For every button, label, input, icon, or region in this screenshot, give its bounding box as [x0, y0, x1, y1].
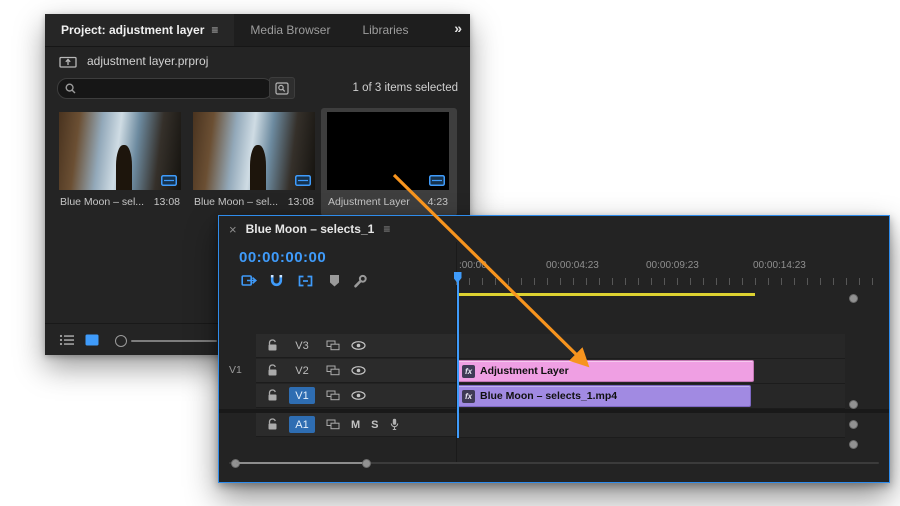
adjustment-layer-thumbnail[interactable]: [327, 112, 449, 190]
navigate-up-bin-icon[interactable]: [59, 55, 77, 68]
clip-thumbnail[interactable]: [193, 112, 315, 190]
project-item-2[interactable]: Blue Moon – sel... 13:08: [189, 110, 319, 214]
tab-project-label: Project: adjustment layer: [61, 23, 205, 37]
premiere-workspace: Project: adjustment layer ≡ Media Browse…: [0, 0, 900, 506]
vertical-scrollbar-top-handle[interactable]: [849, 294, 858, 303]
ruler-label: 00:00:14:23: [753, 260, 806, 271]
item-duration: 13:08: [153, 196, 180, 208]
project-item-1[interactable]: Blue Moon – sel... 13:08: [55, 110, 185, 214]
tab-media-browser-label: Media Browser: [250, 23, 331, 37]
clip-blue-moon-selects[interactable]: fx Blue Moon – selects_1.mp4: [457, 385, 751, 407]
ruler-label: 00:00:04:23: [546, 260, 599, 271]
snap-magnet-icon[interactable]: [269, 274, 284, 289]
vertical-scrollbar-handle[interactable]: [849, 400, 858, 409]
track-content-a1[interactable]: [457, 413, 845, 438]
list-view-icon[interactable]: [59, 334, 75, 346]
solo-button[interactable]: S: [371, 419, 378, 431]
clip-usage-badge-icon: [161, 175, 177, 186]
item-duration: 4:23: [427, 196, 448, 208]
item-name: Blue Moon – sel...: [60, 196, 145, 208]
project-item-3-selected[interactable]: Adjustment Layer 4:23: [323, 110, 453, 214]
tab-media-browser[interactable]: Media Browser: [234, 14, 346, 46]
source-patch-v1[interactable]: V1: [229, 364, 249, 376]
vertical-scrollbar-handle[interactable]: [849, 420, 858, 429]
clip-usage-badge-icon: [429, 175, 445, 186]
timeline-tab[interactable]: × Blue Moon – selects_1 ≡: [219, 216, 889, 242]
tab-project[interactable]: Project: adjustment layer ≡: [45, 14, 235, 46]
track-visibility-eye-icon[interactable]: [351, 366, 366, 375]
zoom-slider-track[interactable]: [131, 339, 217, 342]
project-file-name: adjustment layer.prproj: [87, 54, 209, 68]
track-visibility-eye-icon[interactable]: [351, 341, 366, 350]
mute-button[interactable]: M: [351, 419, 360, 431]
playhead-timecode[interactable]: 00:00:00:00: [239, 249, 326, 266]
sync-lock-icon[interactable]: [326, 340, 340, 351]
fx-badge[interactable]: fx: [462, 389, 475, 403]
tab-overflow-icon[interactable]: »: [454, 20, 462, 36]
track-lock-icon[interactable]: [267, 418, 278, 431]
voiceover-mic-icon[interactable]: [390, 418, 399, 431]
tab-libraries[interactable]: Libraries: [346, 14, 424, 46]
playhead-line: [457, 276, 459, 438]
search-input[interactable]: [81, 80, 265, 97]
track-target-a1[interactable]: A1: [289, 416, 315, 433]
item-name: Blue Moon – sel...: [194, 196, 279, 208]
panel-menu-icon[interactable]: ≡: [383, 222, 390, 236]
project-panel-tabbar: Project: adjustment layer ≡ Media Browse…: [45, 14, 470, 47]
project-breadcrumb: adjustment layer.prproj: [59, 54, 208, 68]
add-marker-icon[interactable]: [329, 274, 340, 288]
track-lock-icon[interactable]: [267, 389, 278, 402]
vertical-scrollbar-bottom-handle[interactable]: [849, 440, 858, 449]
track-lock-icon[interactable]: [267, 339, 278, 352]
time-ruler[interactable]: [456, 278, 879, 285]
scrollbar-right-handle[interactable]: [362, 458, 371, 468]
track-header-v3: V3: [256, 334, 456, 358]
track-name-v2[interactable]: V2: [289, 362, 315, 379]
selection-status: 1 of 3 items selected: [352, 82, 458, 94]
track-name-v3[interactable]: V3: [289, 337, 315, 354]
track-visibility-eye-icon[interactable]: [351, 391, 366, 400]
clip-label: Blue Moon – selects_1.mp4: [480, 390, 618, 402]
nest-insert-icon[interactable]: [241, 274, 258, 289]
clip-label: Adjustment Layer: [480, 365, 569, 377]
sequence-title: Blue Moon – selects_1: [245, 222, 375, 236]
sync-lock-icon[interactable]: [326, 390, 340, 401]
search-bin-button[interactable]: [269, 77, 295, 99]
track-header-v1: V1: [256, 384, 456, 408]
ruler-label: 00:00:09:23: [646, 260, 699, 271]
work-area-bar[interactable]: [457, 293, 755, 296]
clip-thumbnail[interactable]: [59, 112, 181, 190]
sync-lock-icon[interactable]: [326, 365, 340, 376]
track-target-v1[interactable]: V1: [289, 387, 315, 404]
panel-menu-icon[interactable]: ≡: [211, 23, 218, 37]
track-header-a1: A1 M S: [256, 413, 456, 437]
close-panel-icon[interactable]: ×: [229, 222, 237, 237]
item-duration: 13:08: [287, 196, 314, 208]
icon-view-icon[interactable]: [85, 334, 99, 346]
track-content-v3[interactable]: [457, 334, 845, 359]
zoom-slider-knob[interactable]: [115, 335, 127, 347]
fx-badge[interactable]: fx: [462, 364, 475, 378]
search-icon: [65, 83, 76, 94]
horizontal-scrollbar[interactable]: [231, 458, 371, 469]
track-lock-icon[interactable]: [267, 364, 278, 377]
item-name: Adjustment Layer: [328, 196, 410, 208]
tab-libraries-label: Libraries: [362, 23, 409, 37]
track-header-v2: V2: [256, 359, 456, 383]
linked-selection-icon[interactable]: [297, 274, 314, 288]
sync-lock-icon[interactable]: [326, 419, 340, 430]
timeline-panel: × Blue Moon – selects_1 ≡ 00:00:00:00:0…: [218, 215, 890, 483]
ruler-label: :00:00: [459, 260, 487, 271]
search-box[interactable]: [57, 78, 273, 99]
timeline-settings-wrench-icon[interactable]: [353, 274, 368, 289]
clip-usage-badge-icon: [295, 175, 311, 186]
clip-adjustment-layer[interactable]: fx Adjustment Layer: [457, 360, 754, 382]
